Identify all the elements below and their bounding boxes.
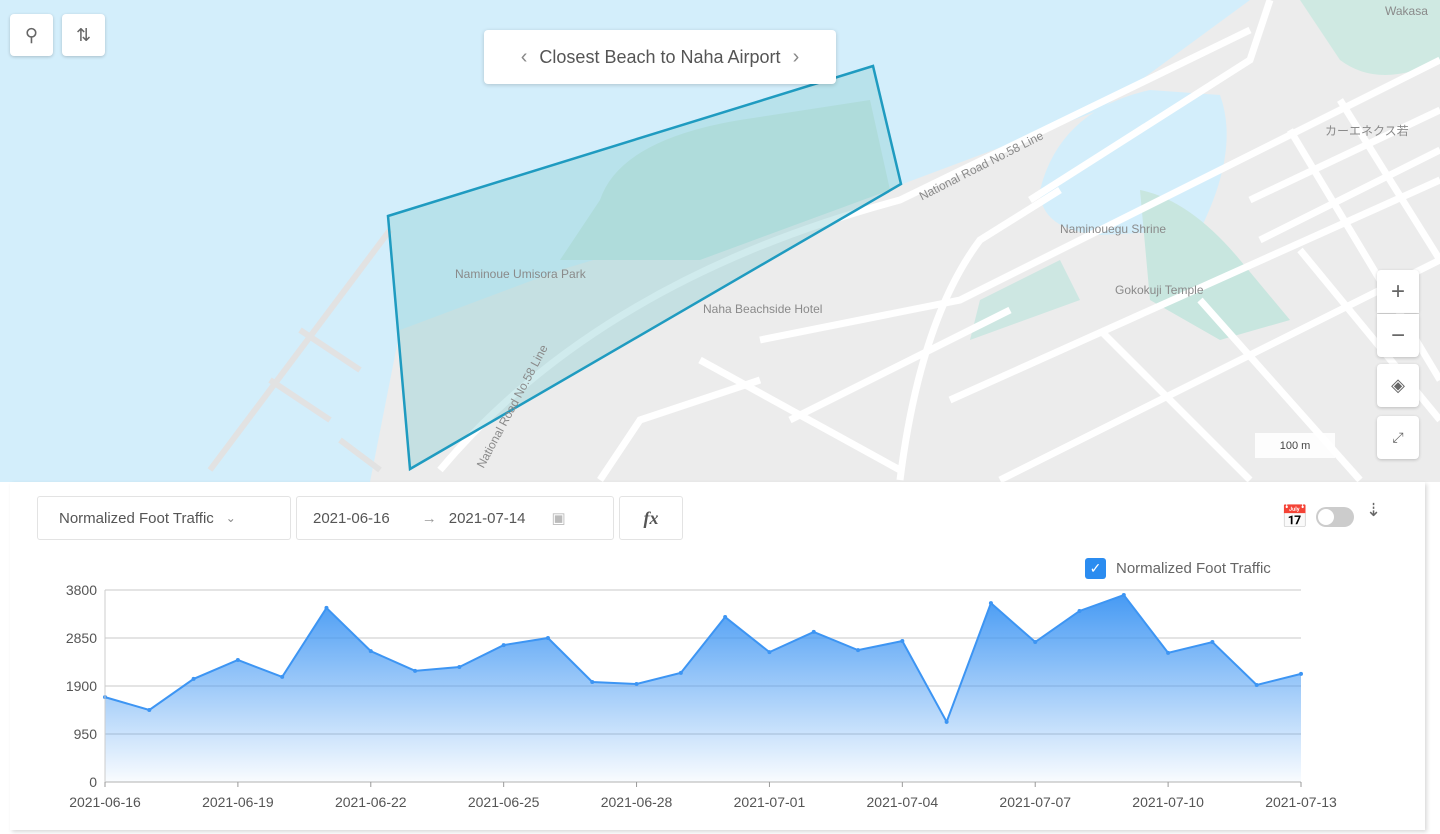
data-point[interactable] [1166, 650, 1171, 655]
x-tick-label: 2021-07-07 [999, 794, 1071, 810]
data-point[interactable] [988, 601, 993, 606]
x-tick-label: 2021-07-10 [1132, 794, 1204, 810]
y-tick-label: 0 [89, 774, 97, 790]
data-point[interactable] [1210, 640, 1215, 645]
data-point[interactable] [368, 649, 373, 654]
y-tick-label: 950 [74, 726, 98, 742]
foot-traffic-chart: 0 950 1900 2850 3800 2021-06-16 2021-06-19 2021… [66, 582, 1337, 810]
data-point[interactable] [501, 643, 506, 648]
y-tick-label: 1900 [66, 678, 97, 694]
x-tick-label: 2021-07-04 [867, 794, 939, 810]
data-point[interactable] [678, 670, 683, 675]
data-point[interactable] [723, 615, 728, 620]
x-tick-label: 2021-07-01 [734, 794, 806, 810]
data-point[interactable] [811, 629, 816, 634]
data-point[interactable] [900, 639, 905, 644]
data-point[interactable] [324, 605, 329, 610]
data-point[interactable] [147, 708, 152, 712]
data-point[interactable] [856, 648, 861, 653]
data-point[interactable] [767, 650, 772, 655]
data-point[interactable] [413, 668, 418, 673]
y-tick-label: 3800 [66, 582, 97, 598]
data-point[interactable] [191, 676, 196, 681]
x-tick-label: 2021-06-16 [69, 794, 141, 810]
data-point[interactable] [1254, 682, 1259, 687]
data-point[interactable] [1033, 640, 1038, 645]
x-tick-label: 2021-06-25 [468, 794, 540, 810]
data-point[interactable] [545, 636, 550, 640]
data-point[interactable] [1121, 593, 1126, 598]
data-point[interactable] [1299, 671, 1303, 676]
x-tick-label: 2021-06-28 [601, 794, 673, 810]
data-point[interactable] [944, 719, 949, 724]
data-point[interactable] [235, 657, 240, 662]
x-tick-label: 2021-07-13 [1265, 794, 1337, 810]
data-point[interactable] [634, 681, 639, 686]
y-tick-label: 2850 [66, 630, 97, 646]
data-point[interactable] [457, 665, 462, 670]
data-point[interactable] [1077, 608, 1082, 613]
data-point[interactable] [590, 679, 595, 684]
area-fill [105, 595, 1301, 782]
data-point[interactable] [280, 674, 285, 679]
x-tick-label: 2021-06-19 [202, 794, 274, 810]
x-tick-label: 2021-06-22 [335, 794, 407, 810]
